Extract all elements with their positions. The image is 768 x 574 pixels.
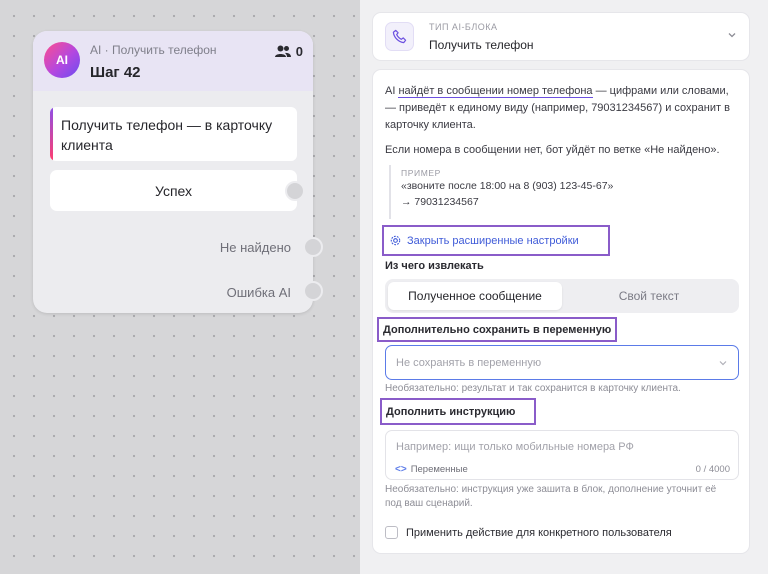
type-value: Получить телефон — [429, 38, 534, 52]
save-variable-placeholder: Не сохранять в переменную — [396, 356, 542, 369]
example-block: ПРИМЕР «звоните после 18:00 на 8 (903) 1… — [389, 165, 613, 219]
char-counter: 0 / 4000 — [695, 464, 730, 475]
type-label: ТИП AI-БЛОКА — [429, 22, 498, 32]
save-variable-title-text: Дополнительно сохранить в переменную — [383, 323, 612, 336]
extract-source-title: Из чего извлекать — [385, 260, 484, 272]
instruction-hint: Необязательно: инструкция уже зашита в б… — [385, 484, 717, 509]
advanced-link-label: Закрыть расширенные настройки — [407, 234, 579, 247]
users-icon — [274, 45, 291, 57]
instruction-placeholder: Например: ищи только мобильные номера РФ — [396, 441, 634, 453]
ai-badge: AI — [44, 42, 80, 78]
node-action-text: Получить телефон — в карточку клиента — [61, 117, 273, 153]
chevron-down-icon — [728, 33, 736, 38]
phone-icon — [385, 22, 414, 51]
settings-card: AI найдёт в сообщении номер телефона — ц… — [372, 69, 750, 554]
specific-user-label: Применить действие для конкретного польз… — [406, 526, 672, 539]
node-users[interactable]: 0 — [274, 44, 303, 59]
port-not-found[interactable] — [303, 237, 323, 257]
step-node[interactable]: AI AI · Получить телефон Шаг 42 0 Получи… — [33, 31, 323, 313]
instruction-title: Дополнить инструкцию — [380, 398, 536, 425]
description-prefix: AI — [385, 85, 399, 97]
variables-button[interactable]: <> Переменные — [395, 464, 468, 475]
gear-icon — [390, 235, 401, 246]
description: AI найдёт в сообщении номер телефона — ц… — [385, 83, 741, 134]
save-variable-title: Дополнительно сохранить в переменную — [377, 317, 618, 342]
description-highlight: найдёт в сообщении номер телефона — [398, 85, 593, 98]
settings-panel: ТИП AI-БЛОКА Получить телефон AI найдёт … — [360, 0, 768, 574]
action-accent-bar — [50, 107, 53, 161]
code-icon: <> — [395, 464, 407, 475]
output-ai-error: Ошибка AI — [226, 285, 291, 300]
port-success[interactable] — [285, 181, 305, 201]
save-variable-select[interactable]: Не сохранять в переменную — [385, 345, 739, 380]
example-input: «звоните после 18:00 на 8 (903) 123-45-6… — [401, 180, 614, 192]
variables-label: Переменные — [410, 464, 468, 475]
extract-source-toggle[interactable]: Полученное сообщение Свой текст — [385, 279, 739, 313]
port-ai-error[interactable] — [303, 281, 323, 301]
option-received-message[interactable]: Полученное сообщение — [388, 282, 562, 310]
description-not-found: Если номера в сообщении нет, бот уйдёт п… — [385, 144, 720, 156]
node-action-card[interactable]: Получить телефон — в карточку клиента — [50, 107, 297, 161]
chevron-down-icon — [719, 361, 727, 366]
option-custom-text[interactable]: Свой текст — [562, 282, 736, 310]
example-output: → 79031234567 — [401, 196, 479, 208]
specific-user-option[interactable]: Применить действие для конкретного польз… — [385, 526, 672, 539]
instruction-title-text: Дополнить инструкцию — [386, 405, 516, 418]
example-label: ПРИМЕР — [401, 168, 441, 178]
save-variable-hint: Необязательно: результат и так сохранитс… — [385, 383, 681, 394]
users-count: 0 — [295, 44, 303, 59]
output-success[interactable]: Успех — [50, 170, 297, 211]
flow-canvas[interactable]: AI AI · Получить телефон Шаг 42 0 Получи… — [0, 0, 360, 574]
node-header: AI AI · Получить телефон Шаг 42 0 — [33, 31, 313, 91]
specific-user-checkbox[interactable] — [385, 526, 398, 539]
node-subtitle: AI · Получить телефон — [90, 43, 217, 57]
ai-block-type-select[interactable]: ТИП AI-БЛОКА Получить телефон — [372, 12, 750, 61]
output-not-found: Не найдено — [219, 240, 291, 255]
node-title: Шаг 42 — [90, 64, 141, 81]
toggle-advanced-settings-link[interactable]: Закрыть расширенные настройки — [382, 225, 610, 256]
instruction-textarea[interactable]: Например: ищи только мобильные номера РФ… — [385, 430, 739, 480]
